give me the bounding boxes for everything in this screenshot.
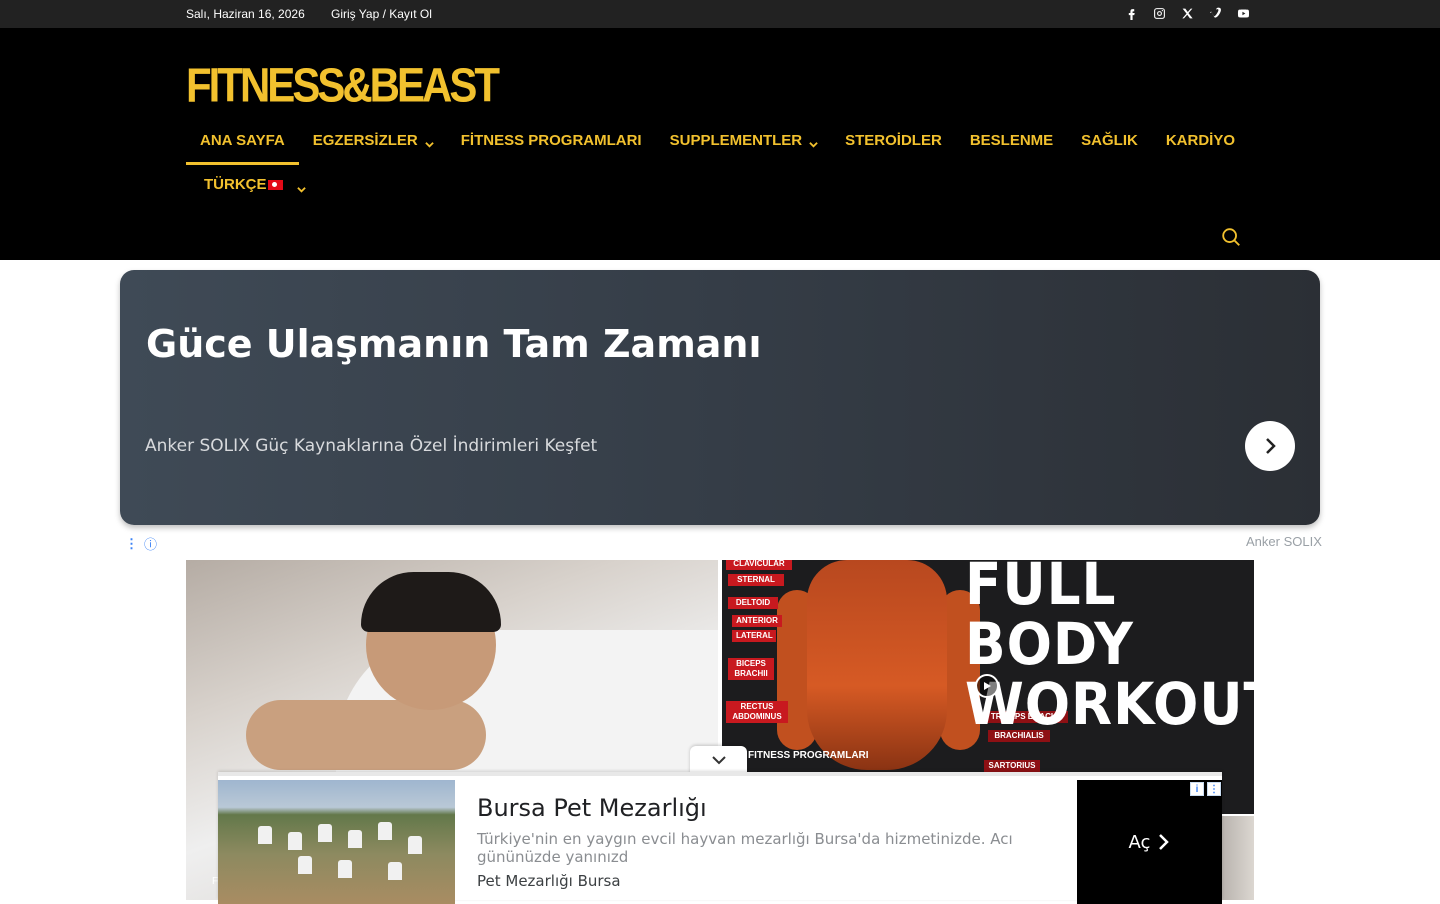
- nav-item-egzersizler[interactable]: EGZERSİZLER: [299, 116, 447, 164]
- ad-image-detail: [258, 826, 272, 844]
- ad-image-detail: [408, 836, 422, 854]
- ad-sponsor: Anker SOLIX: [1246, 534, 1322, 549]
- nav-item-label: FİTNESS PROGRAMLARI: [460, 131, 642, 149]
- chevron-down-icon: [425, 136, 434, 148]
- nav-item-ana-sayfa[interactable]: ANA SAYFA: [186, 116, 299, 165]
- ad-image-detail: [388, 862, 402, 880]
- play-icon[interactable]: [975, 674, 999, 698]
- facebook-icon[interactable]: [1122, 4, 1140, 22]
- ad-image-detail: [378, 822, 392, 840]
- ad-description: Türkiye'nin en yaygın evcil hayvan mezar…: [477, 830, 1013, 866]
- x-icon[interactable]: [1178, 4, 1196, 22]
- social-links: [1122, 4, 1252, 22]
- ad-image-detail: [338, 860, 352, 878]
- language-label: TÜRKÇE: [204, 176, 267, 193]
- language-selector[interactable]: TÜRKÇE: [204, 176, 306, 193]
- more-options-icon[interactable]: ⋮: [1207, 782, 1221, 796]
- muscle-label: RECTUS ABDOMINUS: [726, 701, 788, 723]
- muscle-label: LATERAL: [732, 630, 776, 642]
- post-image-hair: [361, 572, 501, 632]
- site-header: FITNESS&BEAST ANA SAYFA EGZERSİZLER FİTN…: [0, 28, 1440, 260]
- ad-image-detail: [298, 856, 312, 874]
- nav-item-label: ANA SAYFA: [200, 131, 285, 149]
- nav-item-steroidler[interactable]: STEROİDLER: [831, 116, 956, 164]
- info-icon[interactable]: ⓘ: [144, 534, 157, 553]
- post-image-title-line: WORKOUT: [965, 670, 1254, 738]
- muscle-label: STERNAL: [728, 574, 784, 586]
- search-icon[interactable]: [1220, 226, 1242, 248]
- ad-next-button[interactable]: [1245, 421, 1295, 471]
- ad-open-button[interactable]: Aç: [1077, 780, 1222, 904]
- main-navigation: ANA SAYFA EGZERSİZLER FİTNESS PROGRAMLAR…: [186, 116, 1249, 165]
- nav-item-label: SAĞLIK: [1081, 131, 1138, 149]
- post-category-fragment: F: [186, 872, 218, 900]
- more-options-icon[interactable]: ⋮: [125, 536, 138, 552]
- ad-open-label: Aç: [1128, 831, 1151, 853]
- muscle-label: ANTERIOR: [732, 615, 782, 627]
- ad-image: [218, 780, 455, 904]
- collapse-ad-button[interactable]: [690, 746, 747, 774]
- nav-item-fitness-programlari[interactable]: FİTNESS PROGRAMLARI: [447, 116, 656, 164]
- site-logo[interactable]: FITNESS&BEAST: [186, 58, 500, 113]
- nav-item-supplementler[interactable]: SUPPLEMENTLER: [656, 116, 832, 164]
- anchor-ad[interactable]: Bursa Pet Mezarlığı Türkiye'nin en yaygı…: [218, 772, 1222, 904]
- ad-choices[interactable]: i ⋮: [1190, 782, 1221, 796]
- muscle-label: DELTOID: [728, 597, 778, 609]
- ad-image-detail: [288, 832, 302, 850]
- post-image-title-line: FULL BODY: [965, 560, 1134, 678]
- post-image-torso: [807, 560, 947, 770]
- chevron-right-icon: [1159, 834, 1170, 850]
- ad-brand: Pet Mezarlığı Bursa: [477, 872, 621, 890]
- nav-item-kardiyo[interactable]: KARDİYO: [1152, 116, 1249, 164]
- top-bar: Salı, Haziran 16, 2026 Giriş Yap / Kayıt…: [0, 0, 1440, 28]
- post-image-arm: [246, 700, 486, 770]
- nav-item-beslenme[interactable]: BESLENME: [956, 116, 1067, 164]
- current-date: Salı, Haziran 16, 2026: [186, 7, 305, 21]
- instagram-icon[interactable]: [1150, 4, 1168, 22]
- nav-item-label: BESLENME: [969, 131, 1054, 149]
- nav-item-label: KARDİYO: [1165, 131, 1235, 149]
- chevron-down-icon: [809, 136, 818, 148]
- ad-title[interactable]: Bursa Pet Mezarlığı: [477, 794, 707, 822]
- ad-image-detail: [318, 824, 332, 842]
- nav-item-label: STEROİDLER: [845, 131, 942, 149]
- post-image-title: FULL BODY WORKOUT: [965, 560, 1254, 734]
- featured-post-thumb[interactable]: [1222, 816, 1254, 900]
- nav-item-label: EGZERSİZLER: [312, 131, 418, 149]
- ad-image-detail: [348, 830, 362, 848]
- nav-item-label: SUPPLEMENTLER: [669, 131, 803, 149]
- muscle-label: BICEPS BRACHII: [728, 658, 774, 680]
- info-icon[interactable]: i: [1190, 782, 1204, 796]
- ad-choices[interactable]: ⋮ ⓘ: [125, 534, 157, 553]
- muscle-label: SARTORIUS: [984, 760, 1040, 772]
- ad-subtitle: Anker SOLIX Güç Kaynaklarına Özel İndiri…: [145, 436, 598, 456]
- nav-item-saglik[interactable]: SAĞLIK: [1067, 116, 1152, 164]
- ad-banner[interactable]: Güce Ulaşmanın Tam Zamanı Anker SOLIX Gü…: [120, 270, 1320, 525]
- post-category[interactable]: FITNESS PROGRAMLARI: [748, 750, 869, 761]
- chevron-down-icon: [711, 756, 726, 765]
- ad-title: Güce Ulaşmanın Tam Zamanı: [146, 322, 762, 366]
- muscle-label: CLAVICULAR: [726, 560, 792, 570]
- vimeo-icon[interactable]: [1206, 4, 1224, 22]
- login-register-link[interactable]: Giriş Yap / Kayıt Ol: [331, 7, 432, 21]
- youtube-icon[interactable]: [1234, 4, 1252, 22]
- turkey-flag-icon: [267, 179, 283, 190]
- chevron-down-icon: [296, 181, 306, 193]
